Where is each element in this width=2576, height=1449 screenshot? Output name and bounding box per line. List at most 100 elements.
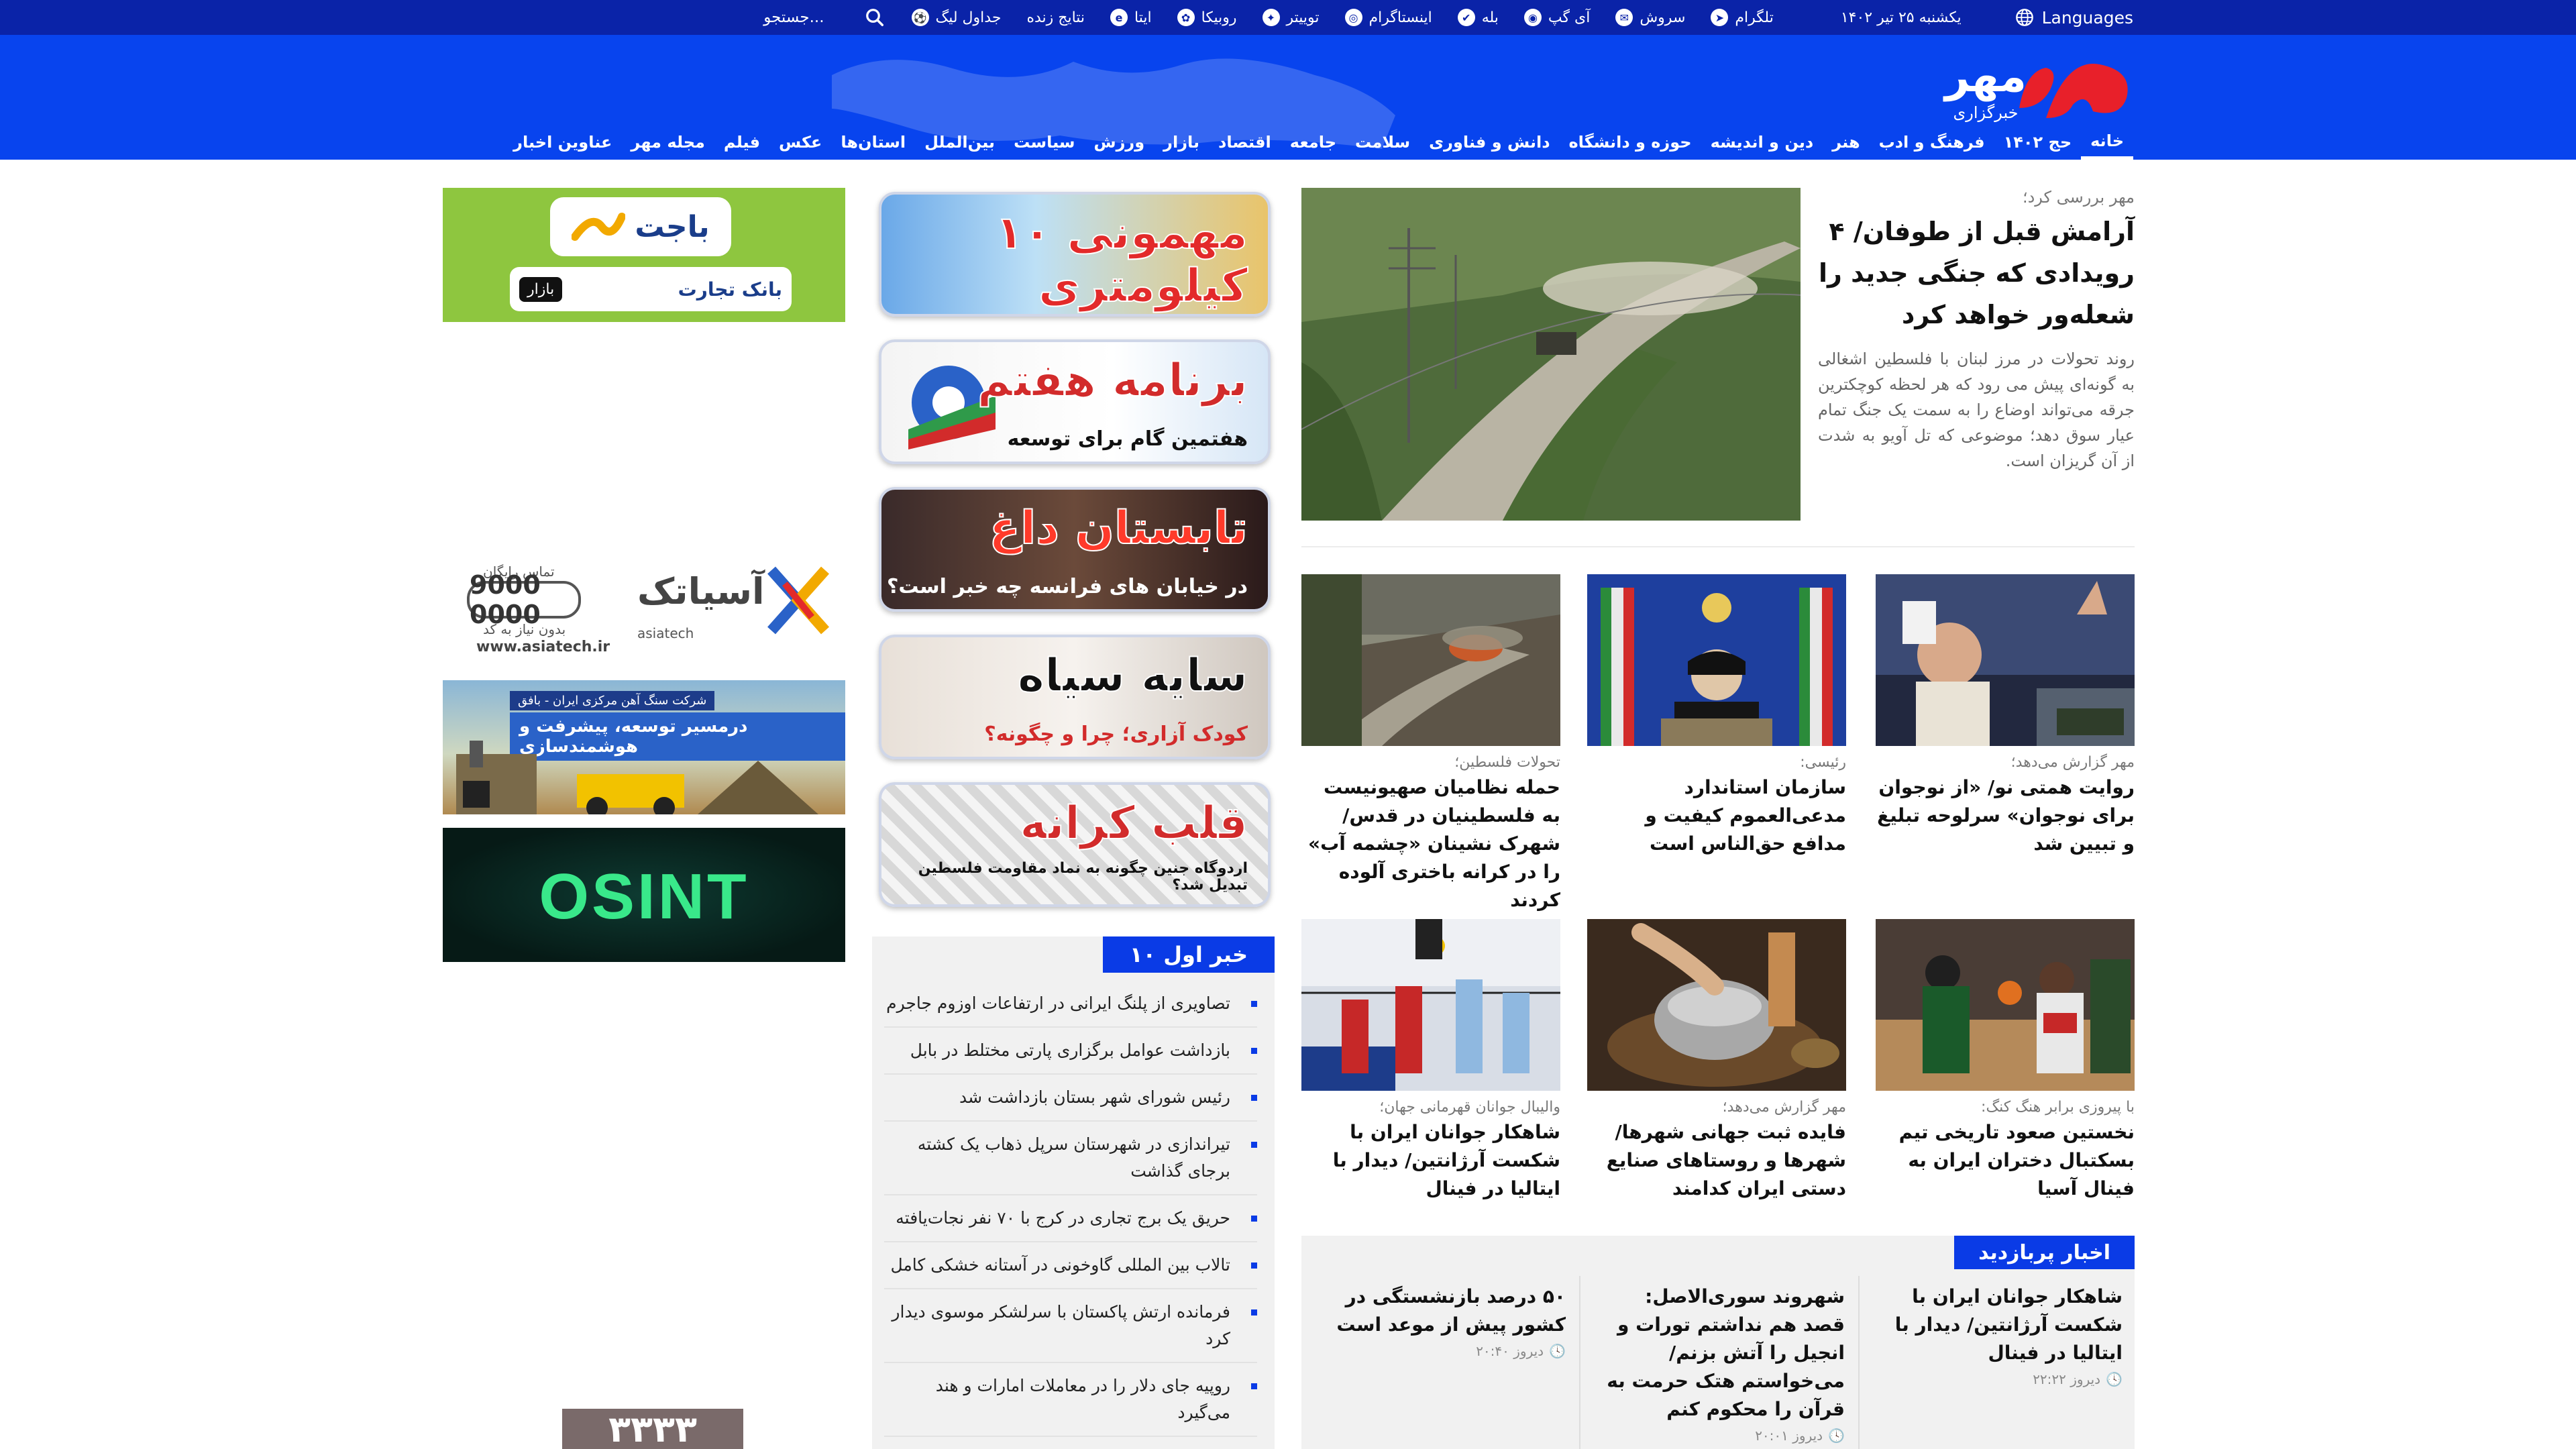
top10-item[interactable]: تالاب بین المللی گاوخونی در آستانه خشکی … xyxy=(884,1242,1257,1289)
news-thumbnail[interactable] xyxy=(1587,574,1846,746)
igap-icon: ◉ xyxy=(1523,9,1542,26)
nav-item[interactable]: ورزش xyxy=(1084,125,1154,160)
news-title[interactable]: فایده ثبت جهانی شهرها/ شهرها و روستاهای … xyxy=(1587,1118,1846,1203)
popular-news-title[interactable]: شهروند سوری‌الاصل: قصد هم نداشتم تورات و… xyxy=(1601,1283,1845,1424)
news-card[interactable]: مهر گزارش می‌دهد؛ فایده ثبت جهانی شهرها/… xyxy=(1587,919,1846,1203)
nav-item[interactable]: جامعه xyxy=(1281,125,1346,160)
news-card[interactable]: مهر گزارش می‌دهد؛ روایت همتی نو/ «از نوج… xyxy=(1876,574,2135,858)
banner-sayeh-siah[interactable]: سایه سیاه کودک آزاری؛ چرا و چگونه؟ xyxy=(879,635,1271,759)
clock-icon: 🕓 xyxy=(1828,1428,1845,1444)
news-card[interactable]: والیبال جوانان قهرمانی جهان؛ شاهکار جوان… xyxy=(1301,919,1560,1203)
asiatech-en: asiatech xyxy=(637,625,694,641)
ad-osint[interactable]: OSINT xyxy=(443,828,845,962)
news-card[interactable]: رئیسی: سازمان استاندارد مدعی‌العموم کیفی… xyxy=(1587,574,1846,858)
news-kicker: تحولات فلسطین؛ xyxy=(1454,754,1560,771)
popular-news-item[interactable]: شهروند سوری‌الاصل: قصد هم نداشتم تورات و… xyxy=(1589,1283,1857,1444)
nav-item[interactable]: فرهنگ و ادب xyxy=(1870,125,1994,160)
social-link[interactable]: ✉ سروش xyxy=(1615,9,1685,26)
social-link[interactable]: ◉ آی گپ xyxy=(1523,9,1591,26)
ad-mining[interactable]: شرکت سنگ آهن مرکزی ایران - بافق درمسیر ت… xyxy=(443,680,845,814)
news-thumbnail[interactable] xyxy=(1301,574,1560,746)
social-link[interactable]: e ایتا xyxy=(1110,9,1152,26)
popular-news-meta: 🕓 دیروز ۲۰:۴۰ xyxy=(1322,1343,1566,1359)
ad-bajet[interactable]: باجت بازار بانک تجارت xyxy=(443,188,845,322)
languages-label: Languages xyxy=(2041,7,2133,28)
social-link[interactable]: نتایج زنده xyxy=(1026,9,1085,26)
news-thumbnail[interactable] xyxy=(1876,574,2135,746)
news-title[interactable]: حمله نظامیان صهیونیست به فلسطینیان در قد… xyxy=(1301,773,1560,914)
top10-item[interactable]: حریق یک برج تجاری در کرج با ۷۰ نفر نجات‌… xyxy=(884,1195,1257,1242)
lead-story-image[interactable] xyxy=(1301,188,1801,521)
social-link-label: آی گپ xyxy=(1548,9,1591,26)
top10-item[interactable]: تیراندازی در شهرستان سرپل ذهاب یک کشته ب… xyxy=(884,1122,1257,1195)
social-link[interactable]: ➤ تلگرام xyxy=(1711,9,1774,26)
popular-news-title[interactable]: شاهکار جوانان ایران با شکست آرژانتین/ دی… xyxy=(1878,1283,2123,1367)
nav-item[interactable]: اقتصاد xyxy=(1209,125,1281,160)
nav-item[interactable]: فیلم xyxy=(714,125,769,160)
news-thumbnail[interactable] xyxy=(1587,919,1846,1091)
banner-ghalb-karaneh[interactable]: قلب کرانه اردوگاه جنین چگونه به نماد مقا… xyxy=(879,782,1271,907)
nav-item[interactable]: حوزه و دانشگاه xyxy=(1560,125,1701,160)
nav-item[interactable]: استان‌ها xyxy=(831,125,915,160)
news-thumbnail[interactable] xyxy=(1876,919,2135,1091)
social-link[interactable]: ◎ اینستاگرام xyxy=(1344,9,1432,26)
banner-mehmooni[interactable]: مهمونی ۱۰ کیلومتری xyxy=(879,192,1271,317)
news-card[interactable]: تحولات فلسطین؛ حمله نظامیان صهیونیست به … xyxy=(1301,574,1560,914)
popular-news-item[interactable]: شاهکار جوانان ایران با شکست آرژانتین/ دی… xyxy=(1866,1283,2135,1387)
news-title[interactable]: نخستین صعود تاریخی تیم بسکتبال دختران ای… xyxy=(1876,1118,2135,1203)
social-link-label: تلگرام xyxy=(1735,9,1774,26)
popular-news-meta: 🕓 دیروز ۲۲:۲۲ xyxy=(1878,1371,2123,1387)
nav-item[interactable]: عکس xyxy=(769,125,831,160)
ad-bottom-number[interactable]: ۳۳۳۳ xyxy=(562,1408,743,1449)
nav-item[interactable]: حج ۱۴۰۲ xyxy=(1994,125,2082,160)
banner-barnameh-haftom[interactable]: برنامه هفتم هفتمین گام برای توسعه xyxy=(879,339,1271,464)
nav-item[interactable]: هنر xyxy=(1823,125,1869,160)
top10-item[interactable]: پخش سریال صهیونیستی از شبکه سعودی آغاز ش… xyxy=(884,1437,1257,1449)
social-link[interactable]: ⚽ جداول لیگ xyxy=(911,9,1001,26)
search-input[interactable] xyxy=(690,9,824,26)
nav-item[interactable]: سلامت xyxy=(1346,125,1419,160)
bajet-wave-icon xyxy=(572,213,626,241)
nav-item[interactable]: خانه xyxy=(2081,125,2133,160)
banner-tabestan-dagh[interactable]: تابستان داغ در خیابان های فرانسه چه خبر … xyxy=(879,487,1271,612)
lead-kicker: مهر بررسی کرد؛ xyxy=(2022,188,2135,207)
popular-news-time: دیروز ۲۰:۰۱ xyxy=(1755,1428,1823,1444)
divider xyxy=(1579,1276,1580,1449)
top10-item[interactable]: روپیه جای دلار را در معاملات امارات و هن… xyxy=(884,1363,1257,1437)
nav-item[interactable]: بازار xyxy=(1154,125,1209,160)
nav-item[interactable]: عناوین اخبار xyxy=(504,125,621,160)
popular-news-item[interactable]: ۵۰ درصد بازنشستگی در کشور پیش از موعد اس… xyxy=(1309,1283,1578,1359)
social-link[interactable]: ✦ توییتر xyxy=(1262,9,1320,26)
news-thumbnail[interactable] xyxy=(1301,919,1560,1091)
top10-item[interactable]: بازداشت عوامل برگزاری پارتی مختلط در باب… xyxy=(884,1028,1257,1075)
news-title[interactable]: روایت همتی نو/ «از نوجوان برای نوجوان» س… xyxy=(1876,773,2135,858)
asiatech-number: 9000 0000 xyxy=(467,570,581,629)
news-title[interactable]: شاهکار جوانان ایران با شکست آرژانتین/ دی… xyxy=(1301,1118,1560,1203)
news-title[interactable]: سازمان استاندارد مدعی‌العموم کیفیت و مدا… xyxy=(1587,773,1846,858)
search-icon[interactable] xyxy=(865,7,885,28)
nav-item[interactable]: دانش و فناوری xyxy=(1419,125,1559,160)
lead-title[interactable]: آرامش قبل از طوفان/ ۴ رویدادی که جنگی جد… xyxy=(1818,211,2135,335)
social-link[interactable]: ✿ روبیکا xyxy=(1177,9,1237,26)
banner-subtitle: اردوگاه جنین چگونه به نماد مقاومت فلسطین… xyxy=(918,860,1248,894)
top10-item[interactable]: تصاویری از پلنگ ایرانی در ارتفاعات اوزوم… xyxy=(884,981,1257,1028)
eitaa-icon: e xyxy=(1110,9,1128,26)
nav-item[interactable]: مجله مهر xyxy=(621,125,714,160)
top10-item[interactable]: رئیس شورای شهر بستان بازداشت شد xyxy=(884,1075,1257,1122)
nav-item[interactable]: بین‌الملل xyxy=(915,125,1004,160)
popular-news-title[interactable]: ۵۰ درصد بازنشستگی در کشور پیش از موعد اس… xyxy=(1322,1283,1566,1339)
globe-icon xyxy=(2015,9,2033,26)
nav-item[interactable]: دین و اندیشه xyxy=(1701,125,1823,160)
nav-item[interactable]: سیاست xyxy=(1004,125,1084,160)
social-link[interactable]: ✔ بله xyxy=(1457,9,1499,26)
banner-subtitle: در خیابان های فرانسه چه خبر است؟ xyxy=(886,575,1248,598)
top10-item[interactable]: فرمانده ارتش پاکستان با سرلشکر موسوی دید… xyxy=(884,1289,1257,1363)
ad-asiatech[interactable]: آسیاتک asiatech تماس رایگان 9000 0000 بد… xyxy=(443,550,845,657)
news-card[interactable]: با پیروزی برابر هنگ کنگ: نخستین صعود تار… xyxy=(1876,919,2135,1203)
mehr-logo[interactable]: مهر خبرگزاری xyxy=(1845,44,2140,131)
languages-menu[interactable]: Languages xyxy=(2015,8,2133,28)
bazar-badge: بازار xyxy=(519,276,563,302)
twitter-icon: ✦ xyxy=(1262,9,1280,26)
popular-news-time: دیروز ۲۰:۴۰ xyxy=(1476,1343,1544,1359)
banner-title: قلب کرانه xyxy=(1019,796,1248,851)
